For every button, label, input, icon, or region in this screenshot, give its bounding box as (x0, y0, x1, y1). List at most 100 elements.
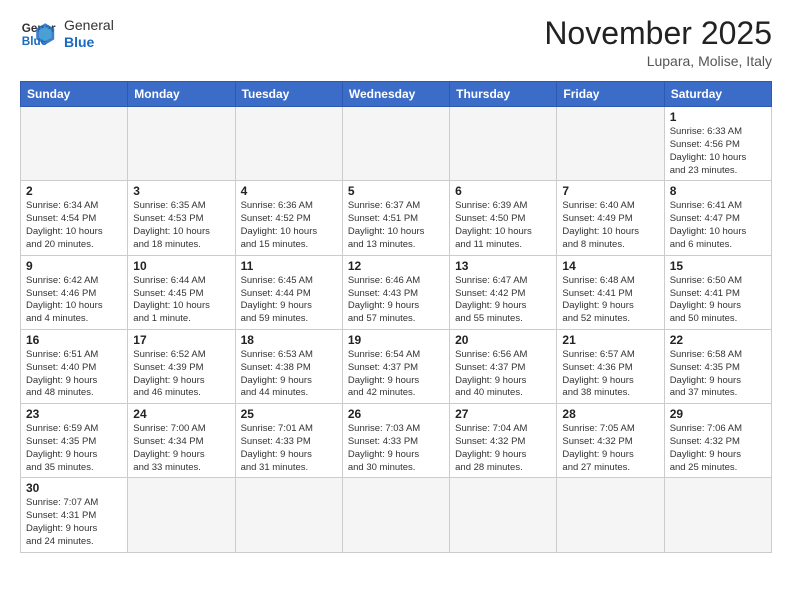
calendar-cell (235, 107, 342, 181)
calendar-cell: 4 Sunrise: 6:36 AM Sunset: 4:52 PM Daylig… (235, 181, 342, 255)
day-info: Sunrise: 6:57 AM Sunset: 4:36 PM Dayligh… (562, 349, 658, 400)
day-info: Sunrise: 7:00 AM Sunset: 4:34 PM Dayligh… (133, 423, 229, 474)
day-number: 29 (670, 407, 766, 421)
calendar-cell: 8 Sunrise: 6:41 AM Sunset: 4:47 PM Daylig… (664, 181, 771, 255)
calendar-week-row: 2 Sunrise: 6:34 AM Sunset: 4:54 PM Daylig… (21, 181, 772, 255)
day-info: Sunrise: 6:34 AM Sunset: 4:54 PM Dayligh… (26, 200, 122, 251)
day-info: Sunrise: 7:05 AM Sunset: 4:32 PM Dayligh… (562, 423, 658, 474)
calendar-cell: 1 Sunrise: 6:33 AM Sunset: 4:56 PM Daylig… (664, 107, 771, 181)
day-number: 24 (133, 407, 229, 421)
calendar-cell: 21 Sunrise: 6:57 AM Sunset: 4:36 PM Dayli… (557, 329, 664, 403)
day-number: 23 (26, 407, 122, 421)
day-info: Sunrise: 6:41 AM Sunset: 4:47 PM Dayligh… (670, 200, 766, 251)
day-number: 9 (26, 259, 122, 273)
calendar-cell: 14Sunrise: 6:48 AM Sunset: 4:41 PM Dayli… (557, 255, 664, 329)
day-info: Sunrise: 7:07 AM Sunset: 4:31 PM Dayligh… (26, 497, 122, 548)
calendar-cell: 11Sunrise: 6:45 AM Sunset: 4:44 PM Dayli… (235, 255, 342, 329)
page-header: General Blue General Blue November 2025 … (20, 16, 772, 69)
day-number: 7 (562, 184, 658, 198)
day-number: 25 (241, 407, 337, 421)
calendar-cell (557, 478, 664, 552)
weekday-header-tuesday: Tuesday (235, 82, 342, 107)
calendar-cell: 30Sunrise: 7:07 AM Sunset: 4:31 PM Dayli… (21, 478, 128, 552)
calendar-cell: 3Sunrise: 6:35 AM Sunset: 4:53 PM Daylig… (128, 181, 235, 255)
calendar-week-row: 9 Sunrise: 6:42 AM Sunset: 4:46 PM Daylig… (21, 255, 772, 329)
calendar-cell: 19 Sunrise: 6:54 AM Sunset: 4:37 PM Dayli… (342, 329, 449, 403)
calendar-cell (664, 478, 771, 552)
day-info: Sunrise: 6:46 AM Sunset: 4:43 PM Dayligh… (348, 275, 444, 326)
day-info: Sunrise: 6:37 AM Sunset: 4:51 PM Dayligh… (348, 200, 444, 251)
day-info: Sunrise: 6:56 AM Sunset: 4:37 PM Dayligh… (455, 349, 551, 400)
day-number: 21 (562, 333, 658, 347)
day-info: Sunrise: 7:06 AM Sunset: 4:32 PM Dayligh… (670, 423, 766, 474)
day-number: 4 (241, 184, 337, 198)
calendar-cell (342, 478, 449, 552)
calendar-week-row: 16 Sunrise: 6:51 AM Sunset: 4:40 PM Dayli… (21, 329, 772, 403)
calendar-cell: 29 Sunrise: 7:06 AM Sunset: 4:32 PM Dayli… (664, 404, 771, 478)
title-block: November 2025 Lupara, Molise, Italy (544, 16, 772, 69)
day-number: 16 (26, 333, 122, 347)
day-number: 11 (241, 259, 337, 273)
day-info: Sunrise: 6:51 AM Sunset: 4:40 PM Dayligh… (26, 349, 122, 400)
day-number: 15 (670, 259, 766, 273)
day-number: 2 (26, 184, 122, 198)
logo-general: General (64, 17, 114, 34)
calendar-cell: 2 Sunrise: 6:34 AM Sunset: 4:54 PM Daylig… (21, 181, 128, 255)
day-info: Sunrise: 6:52 AM Sunset: 4:39 PM Dayligh… (133, 349, 229, 400)
day-number: 1 (670, 110, 766, 124)
day-info: Sunrise: 7:03 AM Sunset: 4:33 PM Dayligh… (348, 423, 444, 474)
calendar-table: SundayMondayTuesdayWednesdayThursdayFrid… (20, 81, 772, 553)
day-number: 28 (562, 407, 658, 421)
day-info: Sunrise: 6:48 AM Sunset: 4:41 PM Dayligh… (562, 275, 658, 326)
day-info: Sunrise: 6:54 AM Sunset: 4:37 PM Dayligh… (348, 349, 444, 400)
day-number: 19 (348, 333, 444, 347)
calendar-cell: 7 Sunrise: 6:40 AM Sunset: 4:49 PM Daylig… (557, 181, 664, 255)
calendar-cell: 9 Sunrise: 6:42 AM Sunset: 4:46 PM Daylig… (21, 255, 128, 329)
day-number: 17 (133, 333, 229, 347)
day-info: Sunrise: 6:47 AM Sunset: 4:42 PM Dayligh… (455, 275, 551, 326)
day-number: 12 (348, 259, 444, 273)
day-number: 8 (670, 184, 766, 198)
calendar-cell: 24 Sunrise: 7:00 AM Sunset: 4:34 PM Dayli… (128, 404, 235, 478)
calendar-week-row: 30Sunrise: 7:07 AM Sunset: 4:31 PM Dayli… (21, 478, 772, 552)
day-number: 27 (455, 407, 551, 421)
logo-blue: Blue (64, 34, 114, 51)
day-number: 22 (670, 333, 766, 347)
calendar-cell (450, 478, 557, 552)
day-info: Sunrise: 6:40 AM Sunset: 4:49 PM Dayligh… (562, 200, 658, 251)
weekday-header-friday: Friday (557, 82, 664, 107)
calendar-cell (342, 107, 449, 181)
calendar-title: November 2025 (544, 16, 772, 51)
day-number: 5 (348, 184, 444, 198)
calendar-cell: 25 Sunrise: 7:01 AM Sunset: 4:33 PM Dayli… (235, 404, 342, 478)
calendar-week-row: 23Sunrise: 6:59 AM Sunset: 4:35 PM Dayli… (21, 404, 772, 478)
calendar-cell: 17 Sunrise: 6:52 AM Sunset: 4:39 PM Dayli… (128, 329, 235, 403)
day-info: Sunrise: 6:35 AM Sunset: 4:53 PM Dayligh… (133, 200, 229, 251)
day-info: Sunrise: 6:33 AM Sunset: 4:56 PM Dayligh… (670, 126, 766, 177)
calendar-cell: 22 Sunrise: 6:58 AM Sunset: 4:35 PM Dayli… (664, 329, 771, 403)
calendar-cell: 27 Sunrise: 7:04 AM Sunset: 4:32 PM Dayli… (450, 404, 557, 478)
day-info: Sunrise: 7:01 AM Sunset: 4:33 PM Dayligh… (241, 423, 337, 474)
day-info: Sunrise: 6:44 AM Sunset: 4:45 PM Dayligh… (133, 275, 229, 326)
calendar-cell: 18Sunrise: 6:53 AM Sunset: 4:38 PM Dayli… (235, 329, 342, 403)
calendar-cell (235, 478, 342, 552)
calendar-cell: 5 Sunrise: 6:37 AM Sunset: 4:51 PM Daylig… (342, 181, 449, 255)
day-info: Sunrise: 6:42 AM Sunset: 4:46 PM Dayligh… (26, 275, 122, 326)
day-info: Sunrise: 6:58 AM Sunset: 4:35 PM Dayligh… (670, 349, 766, 400)
day-number: 18 (241, 333, 337, 347)
calendar-cell: 10 Sunrise: 6:44 AM Sunset: 4:45 PM Dayli… (128, 255, 235, 329)
day-info: Sunrise: 7:04 AM Sunset: 4:32 PM Dayligh… (455, 423, 551, 474)
calendar-cell: 13Sunrise: 6:47 AM Sunset: 4:42 PM Dayli… (450, 255, 557, 329)
logo: General Blue General Blue (20, 16, 114, 52)
day-info: Sunrise: 6:36 AM Sunset: 4:52 PM Dayligh… (241, 200, 337, 251)
calendar-cell: 28 Sunrise: 7:05 AM Sunset: 4:32 PM Dayli… (557, 404, 664, 478)
calendar-cell: 12 Sunrise: 6:46 AM Sunset: 4:43 PM Dayli… (342, 255, 449, 329)
calendar-cell: 23Sunrise: 6:59 AM Sunset: 4:35 PM Dayli… (21, 404, 128, 478)
weekday-header-row: SundayMondayTuesdayWednesdayThursdayFrid… (21, 82, 772, 107)
weekday-header-saturday: Saturday (664, 82, 771, 107)
calendar-subtitle: Lupara, Molise, Italy (544, 53, 772, 69)
day-number: 26 (348, 407, 444, 421)
calendar-week-row: 1 Sunrise: 6:33 AM Sunset: 4:56 PM Daylig… (21, 107, 772, 181)
day-number: 6 (455, 184, 551, 198)
day-number: 10 (133, 259, 229, 273)
